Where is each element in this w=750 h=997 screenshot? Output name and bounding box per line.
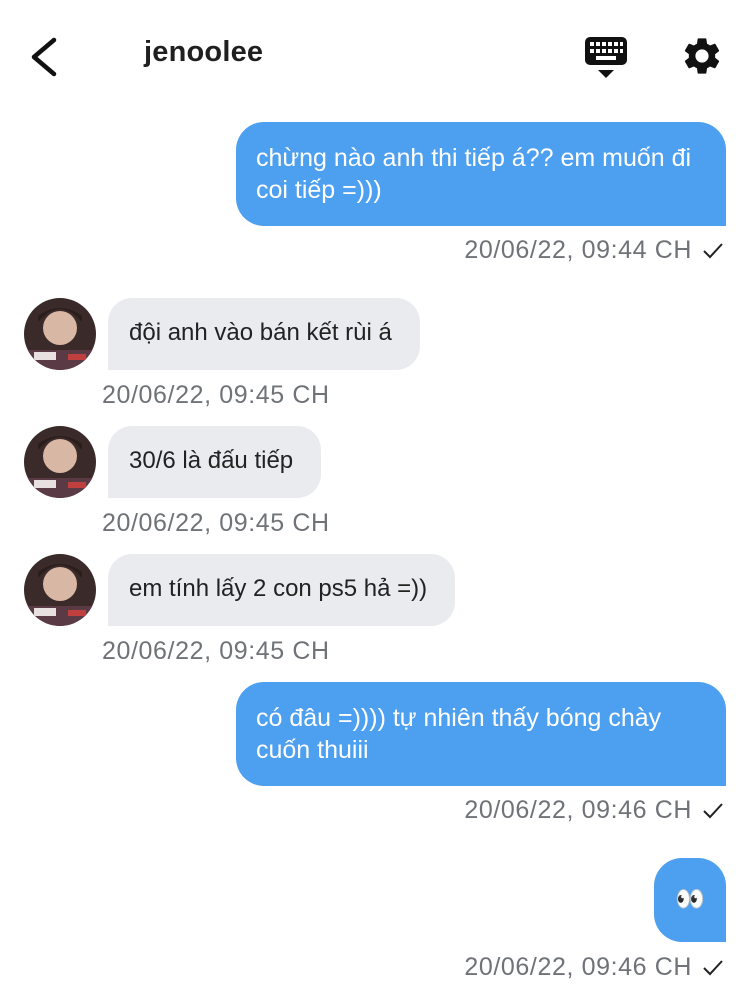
avatar[interactable] (24, 426, 96, 498)
keyboard-button[interactable] (582, 34, 630, 82)
check-icon (703, 242, 723, 258)
back-button[interactable] (24, 30, 68, 84)
message-text: 30/6 là đấu tiếp (129, 447, 294, 474)
message-bubble-outgoing[interactable]: có đâu =)))) tự nhiên thấy bóng chày cuố… (236, 682, 726, 786)
message-text: đội anh vào bán kết rùi á (129, 319, 392, 346)
message-bubble-outgoing[interactable]: 👀 (654, 858, 726, 942)
message-text: chừng nào anh thi tiếp á?? em muốn đi co… (256, 144, 692, 204)
message-timestamp: 20/06/22, 09:44 CH (464, 236, 724, 265)
message-bubble-incoming[interactable]: 30/6 là đấu tiếp (108, 426, 322, 498)
avatar-image (24, 554, 96, 626)
avatar-image (24, 298, 96, 370)
check-icon (703, 959, 723, 975)
timestamp-text: 20/06/22, 09:44 CH (464, 236, 692, 264)
message-text: 👀 (675, 886, 705, 913)
message-timestamp: 20/06/22, 09:45 CH (102, 509, 330, 537)
message-timestamp: 20/06/22, 09:45 CH (102, 381, 330, 409)
message-text: em tính lấy 2 con ps5 hả =)) (129, 575, 428, 602)
chat-header: jenoolee (0, 0, 750, 110)
message-bubble-incoming[interactable]: em tính lấy 2 con ps5 hả =)) (108, 554, 456, 626)
avatar[interactable] (24, 554, 96, 626)
message-timestamp: 20/06/22, 09:46 CH (464, 953, 724, 982)
keyboard-icon (585, 37, 627, 78)
check-icon (703, 802, 723, 818)
message-bubble-outgoing[interactable]: chừng nào anh thi tiếp á?? em muốn đi co… (236, 122, 726, 226)
avatar[interactable] (24, 298, 96, 370)
gear-icon (684, 38, 720, 74)
message-bubble-incoming[interactable]: đội anh vào bán kết rùi á (108, 298, 420, 370)
settings-button[interactable] (680, 34, 724, 78)
timestamp-text: 20/06/22, 09:46 CH (464, 796, 692, 824)
message-text: có đâu =)))) tự nhiên thấy bóng chày cuố… (256, 704, 662, 764)
message-timestamp: 20/06/22, 09:46 CH (464, 796, 724, 825)
timestamp-text: 20/06/22, 09:46 CH (464, 953, 692, 981)
chat-title: jenoolee (144, 36, 264, 68)
chevron-left-icon (31, 37, 57, 77)
message-timestamp: 20/06/22, 09:45 CH (102, 637, 330, 665)
avatar-image (24, 426, 96, 498)
